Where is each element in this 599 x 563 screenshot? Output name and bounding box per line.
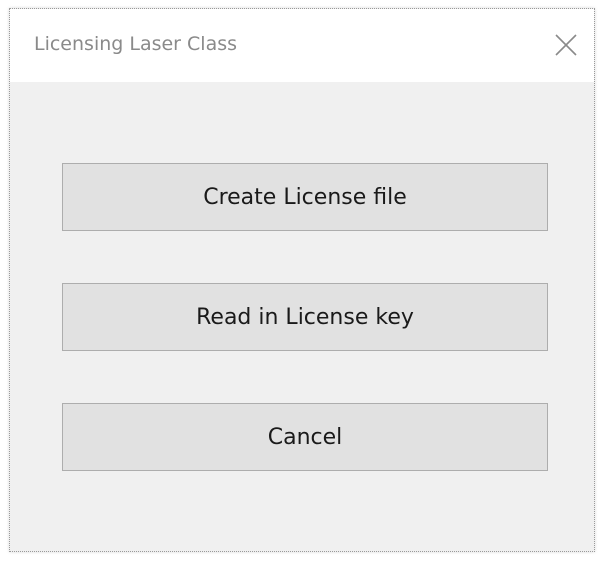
dialog-titlebar: Licensing Laser Class	[10, 9, 594, 82]
read-in-license-key-button[interactable]: Read in License key	[62, 283, 548, 351]
dialog-title: Licensing Laser Class	[34, 33, 238, 55]
close-button[interactable]	[544, 23, 588, 67]
cancel-button[interactable]: Cancel	[62, 403, 548, 471]
close-icon	[555, 34, 577, 56]
create-license-file-button[interactable]: Create License file	[62, 163, 548, 231]
licensing-dialog: Licensing Laser Class Create License fil…	[9, 8, 595, 552]
